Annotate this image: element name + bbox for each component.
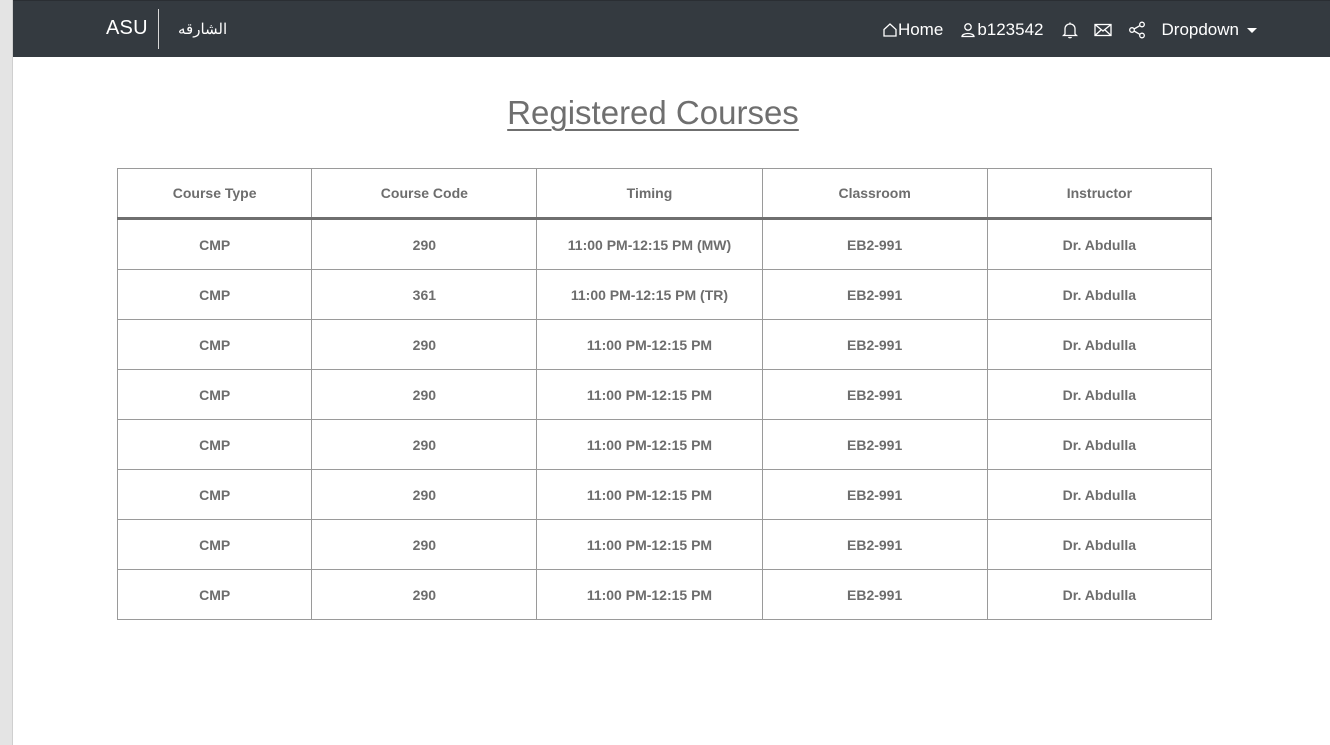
brand-divider (158, 9, 159, 49)
cell-course-code: 361 (311, 269, 538, 320)
cell-classroom: EB2-991 (761, 269, 988, 320)
cell-course-code: 290 (311, 369, 538, 420)
navbar-menu: Home b123542 Dropdown (882, 1, 1257, 58)
column-header-course-type[interactable]: Course Type (116, 168, 313, 220)
cell-course-code: 290 (311, 519, 538, 570)
table-row[interactable]: CMP 290 11:00 PM-12:15 PM EB2-991 Dr. Ab… (116, 569, 1213, 620)
table-row[interactable]: CMP 361 11:00 PM-12:15 PM (TR) EB2-991 D… (116, 269, 1213, 320)
cell-classroom: EB2-991 (761, 419, 988, 470)
nav-dropdown-label: Dropdown (1161, 19, 1240, 39)
column-header-timing[interactable]: Timing (536, 168, 763, 220)
table-row[interactable]: CMP 290 11:00 PM-12:15 PM (MW) EB2-991 D… (116, 218, 1213, 270)
home-icon (882, 22, 898, 38)
cell-timing: 11:00 PM-12:15 PM (536, 569, 763, 620)
share-button[interactable] (1128, 21, 1146, 39)
cell-course-type: CMP (116, 469, 313, 520)
nav-user-link[interactable]: b123542 (961, 19, 1044, 40)
cell-instructor: Dr. Abdulla (986, 218, 1213, 270)
cell-course-type: CMP (116, 269, 313, 320)
cell-course-code: 290 (311, 319, 538, 370)
cell-instructor: Dr. Abdulla (986, 519, 1213, 570)
cell-classroom: EB2-991 (761, 569, 988, 620)
column-header-classroom[interactable]: Classroom (761, 168, 988, 220)
cell-instructor: Dr. Abdulla (986, 419, 1213, 470)
cell-timing: 11:00 PM-12:15 PM (MW) (536, 218, 763, 270)
user-icon (961, 22, 976, 38)
cell-course-code: 290 (311, 469, 538, 520)
cell-timing: 11:00 PM-12:15 PM (536, 419, 763, 470)
cell-timing: 11:00 PM-12:15 PM (536, 469, 763, 520)
table-row[interactable]: CMP 290 11:00 PM-12:15 PM EB2-991 Dr. Ab… (116, 419, 1213, 470)
table-row[interactable]: CMP 290 11:00 PM-12:15 PM EB2-991 Dr. Ab… (116, 469, 1213, 520)
cell-instructor: Dr. Abdulla (986, 569, 1213, 620)
table-row[interactable]: CMP 290 11:00 PM-12:15 PM EB2-991 Dr. Ab… (116, 369, 1213, 420)
share-icon (1128, 21, 1146, 39)
column-header-instructor[interactable]: Instructor (986, 168, 1213, 220)
registered-courses-table: Course Type Course Code Timing Classroom… (116, 168, 1213, 620)
cell-instructor: Dr. Abdulla (986, 269, 1213, 320)
cell-classroom: EB2-991 (761, 218, 988, 270)
cell-classroom: EB2-991 (761, 469, 988, 520)
cell-classroom: EB2-991 (761, 319, 988, 370)
page-title: Registered Courses (507, 94, 799, 131)
cell-course-type: CMP (116, 319, 313, 370)
cell-classroom: EB2-991 (761, 369, 988, 420)
cell-course-code: 290 (311, 569, 538, 620)
top-navbar: ASU الشارقه Home b123542 Dropdown (13, 0, 1330, 57)
cell-instructor: Dr. Abdulla (986, 369, 1213, 420)
table-row[interactable]: CMP 290 11:00 PM-12:15 PM EB2-991 Dr. Ab… (116, 319, 1213, 370)
messages-button[interactable] (1093, 23, 1112, 37)
cell-course-type: CMP (116, 419, 313, 470)
nav-home-label: Home (897, 19, 944, 39)
cell-course-type: CMP (116, 519, 313, 570)
cell-timing: 11:00 PM-12:15 PM (536, 319, 763, 370)
bell-icon (1061, 21, 1078, 39)
brand-logo[interactable]: ASU (106, 17, 148, 40)
notifications-button[interactable] (1061, 21, 1078, 39)
table-header-row: Course Type Course Code Timing Classroom… (116, 168, 1213, 220)
cell-timing: 11:00 PM-12:15 PM (536, 519, 763, 570)
cell-timing: 11:00 PM-12:15 PM (536, 369, 763, 420)
cell-instructor: Dr. Abdulla (986, 319, 1213, 370)
nav-dropdown[interactable]: Dropdown (1161, 19, 1257, 40)
nav-username: b123542 (977, 19, 1044, 39)
cell-course-type: CMP (116, 218, 313, 270)
caret-down-icon (1247, 27, 1257, 33)
brand-arabic-name: الشارقه (178, 21, 228, 38)
cell-course-code: 290 (311, 419, 538, 470)
cell-course-code: 290 (311, 218, 538, 270)
table-row[interactable]: CMP 290 11:00 PM-12:15 PM EB2-991 Dr. Ab… (116, 519, 1213, 570)
cell-classroom: EB2-991 (761, 519, 988, 570)
cell-timing: 11:00 PM-12:15 PM (TR) (536, 269, 763, 320)
column-header-course-code[interactable]: Course Code (311, 168, 538, 220)
cell-course-type: CMP (116, 369, 313, 420)
cell-course-type: CMP (116, 569, 313, 620)
nav-home-link[interactable]: Home (882, 20, 943, 40)
envelope-icon (1093, 23, 1112, 37)
cell-instructor: Dr. Abdulla (986, 469, 1213, 520)
